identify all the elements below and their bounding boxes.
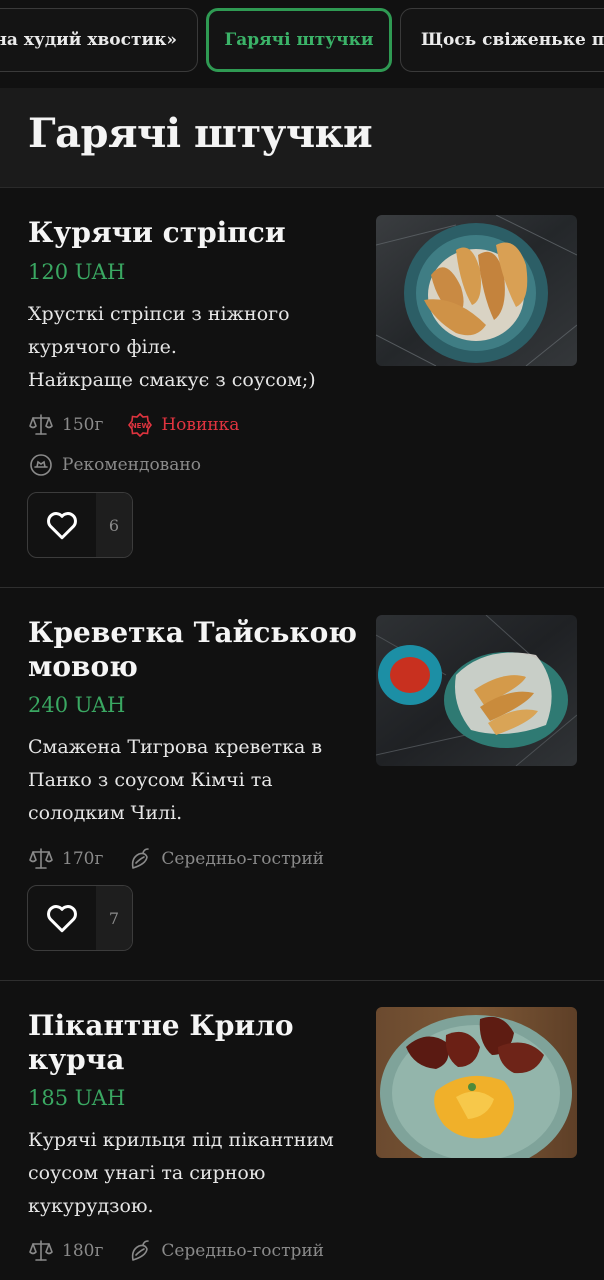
new-icon: NEW: [127, 412, 153, 438]
tab-category-next[interactable]: Щось свіженьке по: [400, 8, 604, 72]
item-tag: Середньо-гострий: [161, 1241, 325, 1261]
heart-icon[interactable]: [28, 493, 96, 557]
scale-icon: [28, 412, 54, 438]
item-meta: 170г Середньо-гострий: [28, 846, 324, 872]
heart-icon[interactable]: [28, 886, 96, 950]
chicken-wings-photo[interactable]: [376, 1007, 577, 1158]
item-name: Пікантне Крило курча: [28, 1009, 294, 1076]
like-count: 6: [96, 493, 132, 557]
tab-label: Щось свіженьке по: [421, 30, 604, 50]
item-price: 120 UAH: [28, 260, 126, 284]
chicken-strips-photo[interactable]: [376, 215, 577, 366]
item-tag: Середньо-гострий: [161, 849, 325, 869]
recommended-icon: [28, 452, 54, 478]
item-name: Курячи стріпси: [28, 216, 286, 249]
item-weight: 150г: [62, 415, 104, 435]
tab-label: Гарячі штучки: [224, 30, 374, 50]
item-description: Курячі крильця під пікантним соусом унаг…: [28, 1129, 334, 1217]
item-tag: Рекомендовано: [62, 455, 201, 475]
new-badge: Новинка: [161, 415, 240, 435]
scale-icon: [28, 1238, 54, 1264]
chili-icon: [127, 1238, 153, 1264]
tab-category-prev[interactable]: на худий хвостик»: [0, 8, 198, 72]
scale-icon: [28, 846, 54, 872]
chili-icon: [127, 846, 153, 872]
shrimp-photo[interactable]: [376, 615, 577, 766]
menu-item[interactable]: Пікантне Крило курча 185 UAH Курячі крил…: [0, 981, 604, 1280]
item-price: 185 UAH: [28, 1086, 126, 1110]
item-description: Смажена Тигрова креветка в Панко з соусо…: [28, 736, 323, 824]
menu-item[interactable]: Креветка Тайською мовою 240 UAH Смажена …: [0, 588, 604, 981]
category-tabs: на худий хвостик» Гарячі штучки Щось сві…: [0, 0, 604, 88]
tab-label: на худий хвостик»: [0, 30, 177, 50]
item-description: Хрусткі стріпси з ніжного курячого філе.…: [28, 303, 316, 391]
item-weight: 180г: [62, 1241, 104, 1261]
like-count: 7: [96, 886, 132, 950]
item-name: Креветка Тайською мовою: [28, 616, 357, 683]
tab-hot-stuff[interactable]: Гарячі штучки: [206, 8, 392, 72]
item-meta: 150г NEW Новинка: [28, 412, 239, 438]
item-weight: 170г: [62, 849, 104, 869]
menu-item[interactable]: Курячи стріпси 120 UAH Хрусткі стріпси з…: [0, 188, 604, 588]
item-meta: 180г Середньо-гострий: [28, 1238, 324, 1264]
item-price: 240 UAH: [28, 693, 126, 717]
section-header: Гарячі штучки: [0, 88, 604, 188]
section-title: Гарячі штучки: [28, 110, 373, 157]
like-button[interactable]: 7: [27, 885, 133, 951]
svg-text:NEW: NEW: [131, 422, 150, 430]
like-button[interactable]: 6: [27, 492, 133, 558]
item-meta: Рекомендовано: [28, 452, 201, 478]
